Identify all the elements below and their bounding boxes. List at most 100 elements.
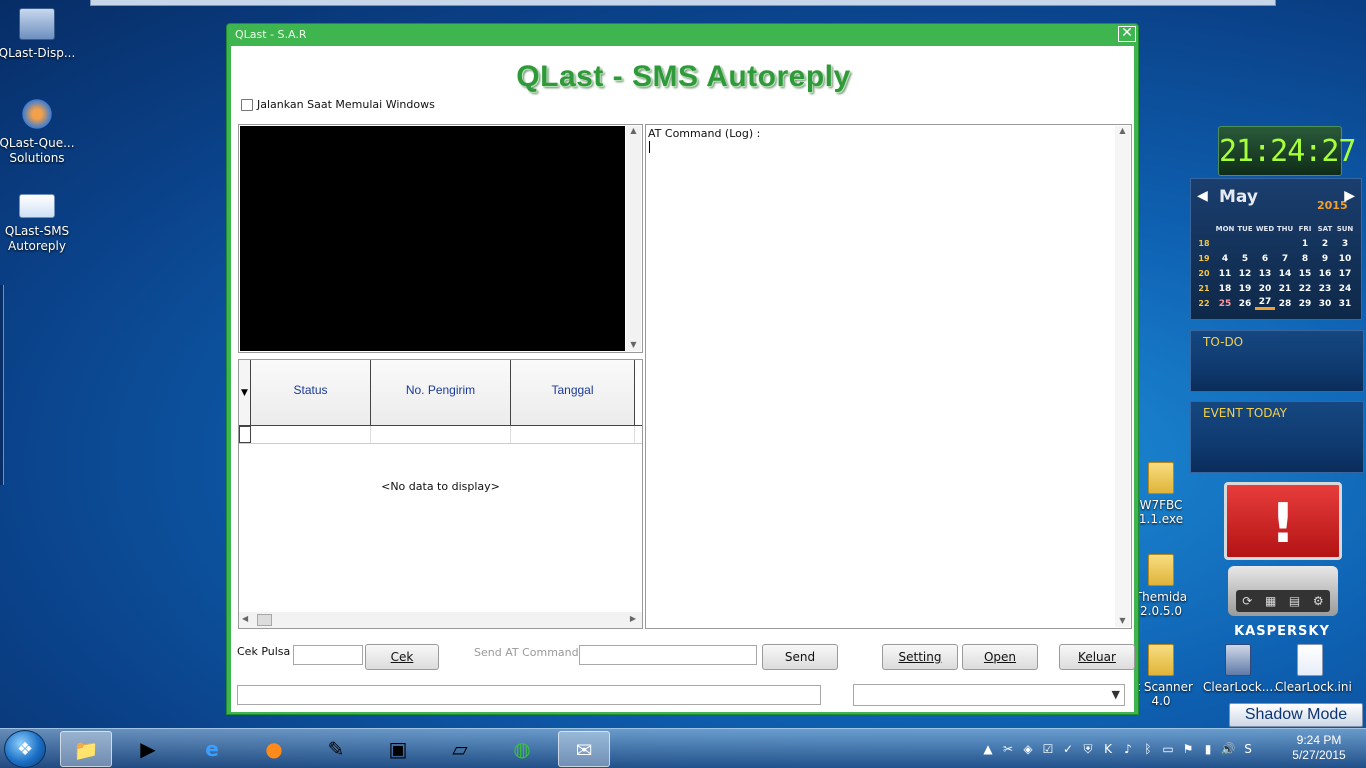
port-dropdown[interactable]: ▼ bbox=[853, 684, 1125, 706]
calendar-day[interactable]: 25 bbox=[1215, 299, 1235, 309]
calendar-day[interactable]: 7 bbox=[1275, 254, 1295, 264]
tool-icon[interactable]: ✂ bbox=[1000, 741, 1016, 757]
kaspersky-gadget[interactable]: ! ⟳ ▦ ▤ ⚙ KASPERSKY bbox=[1222, 482, 1342, 639]
new-row-cell[interactable] bbox=[251, 426, 371, 443]
volume-icon[interactable]: 🔊 bbox=[1220, 741, 1236, 757]
close-icon[interactable]: ✕ bbox=[1118, 26, 1136, 42]
explorer-icon[interactable]: 📁 bbox=[60, 731, 112, 767]
display-icon[interactable]: ▭ bbox=[1160, 741, 1176, 757]
calendar-day[interactable]: 31 bbox=[1335, 299, 1355, 309]
scroll-right-icon[interactable]: ▶ bbox=[630, 614, 636, 623]
desktop-icon-clearlock-ini[interactable]: ClearLock.ini bbox=[1275, 644, 1352, 694]
calendar-day[interactable]: 1 bbox=[1295, 239, 1315, 249]
calendar-day[interactable]: 2 bbox=[1315, 239, 1335, 249]
startup-checkbox[interactable]: Jalankan Saat Memulai Windows bbox=[241, 98, 435, 111]
calendar-day[interactable]: 18 bbox=[1215, 284, 1235, 294]
calendar-day[interactable]: 5 bbox=[1235, 254, 1255, 264]
log-scrollbar[interactable]: ▲ ▼ bbox=[1115, 126, 1130, 627]
calendar-day[interactable]: 8 bbox=[1295, 254, 1315, 264]
bluetooth-icon[interactable]: ᛒ bbox=[1140, 741, 1156, 757]
internet-explorer-icon[interactable]: e bbox=[186, 731, 238, 767]
flag-icon[interactable]: ⚑ bbox=[1180, 741, 1196, 757]
audio-app-icon[interactable]: ♪ bbox=[1120, 741, 1136, 757]
start-button[interactable]: ❖ bbox=[4, 730, 46, 768]
column-header-date[interactable]: Tanggal bbox=[511, 360, 635, 425]
scroll-thumb[interactable] bbox=[257, 614, 272, 626]
grid-new-row[interactable] bbox=[239, 426, 642, 444]
notepad-icon[interactable]: ✎ bbox=[310, 731, 362, 767]
calendar-day[interactable]: 21 bbox=[1275, 284, 1295, 294]
security-icon[interactable]: ⛨ bbox=[1080, 741, 1096, 757]
scroll-left-icon[interactable]: ◀ bbox=[242, 614, 248, 623]
calendar-day[interactable]: 9 bbox=[1315, 254, 1335, 264]
signal-icon[interactable]: ▮ bbox=[1200, 741, 1216, 757]
event-today-gadget[interactable]: EVENT TODAY bbox=[1190, 401, 1364, 473]
grid-horizontal-scrollbar[interactable]: ◀ ▶ bbox=[239, 612, 642, 628]
chevron-left-icon[interactable]: ◀ bbox=[1197, 188, 1208, 204]
at-command-input[interactable] bbox=[579, 645, 757, 665]
edit-icon[interactable]: ✓ bbox=[1060, 741, 1076, 757]
gear-icon[interactable]: ⚙ bbox=[1313, 594, 1324, 608]
window-switcher-icon[interactable]: ▣ bbox=[372, 731, 424, 767]
report-icon[interactable]: ▤ bbox=[1289, 594, 1300, 608]
notes-icon[interactable]: ▱ bbox=[434, 731, 486, 767]
scroll-down-icon[interactable]: ▼ bbox=[1115, 616, 1130, 625]
new-row-selector[interactable] bbox=[239, 426, 251, 443]
todo-gadget[interactable]: TO-DO bbox=[1190, 330, 1364, 392]
setting-button[interactable]: Setting bbox=[882, 644, 958, 670]
calendar-day[interactable]: 15 bbox=[1295, 269, 1315, 279]
chevron-right-icon[interactable]: ▶ bbox=[1344, 188, 1355, 204]
desktop-icon-qlast-display[interactable]: QLast-Disp... bbox=[0, 8, 77, 61]
calendar-day[interactable]: 12 bbox=[1235, 269, 1255, 279]
calendar-day[interactable]: 14 bbox=[1275, 269, 1295, 279]
desktop-icon-clearlock-exe[interactable]: ClearLock.... bbox=[1203, 644, 1277, 694]
calendar-day[interactable]: 30 bbox=[1315, 299, 1335, 309]
calendar-day[interactable]: 11 bbox=[1215, 269, 1235, 279]
calendar-day[interactable]: 3 bbox=[1335, 239, 1355, 249]
checkbox-icon[interactable] bbox=[241, 98, 253, 111]
show-hidden-icons[interactable]: ▲ bbox=[980, 741, 996, 757]
taskbar-clock[interactable]: 9:24 PM 5/27/2015 bbox=[1284, 733, 1354, 763]
status-field[interactable] bbox=[237, 685, 821, 705]
calendar-day[interactable]: 13 bbox=[1255, 269, 1275, 279]
open-button[interactable]: Open bbox=[962, 644, 1038, 670]
calendar-day[interactable]: 22 bbox=[1295, 284, 1315, 294]
calendar-day[interactable]: 17 bbox=[1335, 269, 1355, 279]
video-scrollbar[interactable]: ▲ ▼ bbox=[626, 126, 641, 351]
calendar-day[interactable]: 26 bbox=[1235, 299, 1255, 309]
new-row-cell[interactable] bbox=[371, 426, 511, 443]
calendar-day[interactable]: 6 bbox=[1255, 254, 1275, 264]
column-header-sender[interactable]: No. Pengirim bbox=[371, 360, 511, 425]
calendar-day[interactable]: 10 bbox=[1335, 254, 1355, 264]
row-selector-icon[interactable]: ▼ bbox=[239, 360, 251, 425]
scroll-down-icon[interactable]: ▼ bbox=[626, 340, 641, 349]
calendar-day[interactable]: 19 bbox=[1235, 284, 1255, 294]
calendar-day[interactable]: 4 bbox=[1215, 254, 1235, 264]
desktop-icon-qlast-sms[interactable]: QLast-SMS Autoreply bbox=[0, 190, 77, 254]
cek-pulsa-input[interactable] bbox=[293, 645, 363, 665]
calendar-day[interactable]: 27 bbox=[1255, 297, 1275, 310]
globe-icon[interactable]: ◍ bbox=[496, 731, 548, 767]
calendar-day[interactable]: 29 bbox=[1295, 299, 1315, 309]
firefox-icon[interactable]: ● bbox=[248, 731, 300, 767]
sms-autoreply-taskbar-icon[interactable]: ✉ bbox=[558, 731, 610, 767]
media-player-icon[interactable]: ▶ bbox=[122, 731, 174, 767]
calendar-day[interactable]: 16 bbox=[1315, 269, 1335, 279]
at-command-log[interactable]: AT Command (Log) : ▲ ▼ bbox=[645, 124, 1132, 629]
calendar-day[interactable]: 24 bbox=[1335, 284, 1355, 294]
calendar-day[interactable]: 28 bbox=[1275, 299, 1295, 309]
skype-icon[interactable]: S bbox=[1240, 741, 1256, 757]
checkmark-icon[interactable]: ☑ bbox=[1040, 741, 1056, 757]
refresh-icon[interactable]: ⟳ bbox=[1242, 594, 1252, 608]
send-button[interactable]: Send bbox=[762, 644, 838, 670]
calendar-day[interactable]: 23 bbox=[1315, 284, 1335, 294]
calendar-icon[interactable]: ▦ bbox=[1265, 594, 1276, 608]
shadow-mode-button[interactable]: Shadow Mode bbox=[1229, 703, 1363, 727]
keluar-button[interactable]: Keluar bbox=[1059, 644, 1135, 670]
scroll-up-icon[interactable]: ▲ bbox=[1115, 126, 1130, 135]
desktop-icon-qlast-queue[interactable]: QLast-Que... Solutions bbox=[0, 98, 77, 166]
chevron-down-icon[interactable]: ▼ bbox=[1112, 688, 1120, 701]
scroll-up-icon[interactable]: ▲ bbox=[626, 126, 641, 135]
antivirus-icon[interactable]: K bbox=[1100, 741, 1116, 757]
cek-button[interactable]: Cek bbox=[365, 644, 439, 670]
